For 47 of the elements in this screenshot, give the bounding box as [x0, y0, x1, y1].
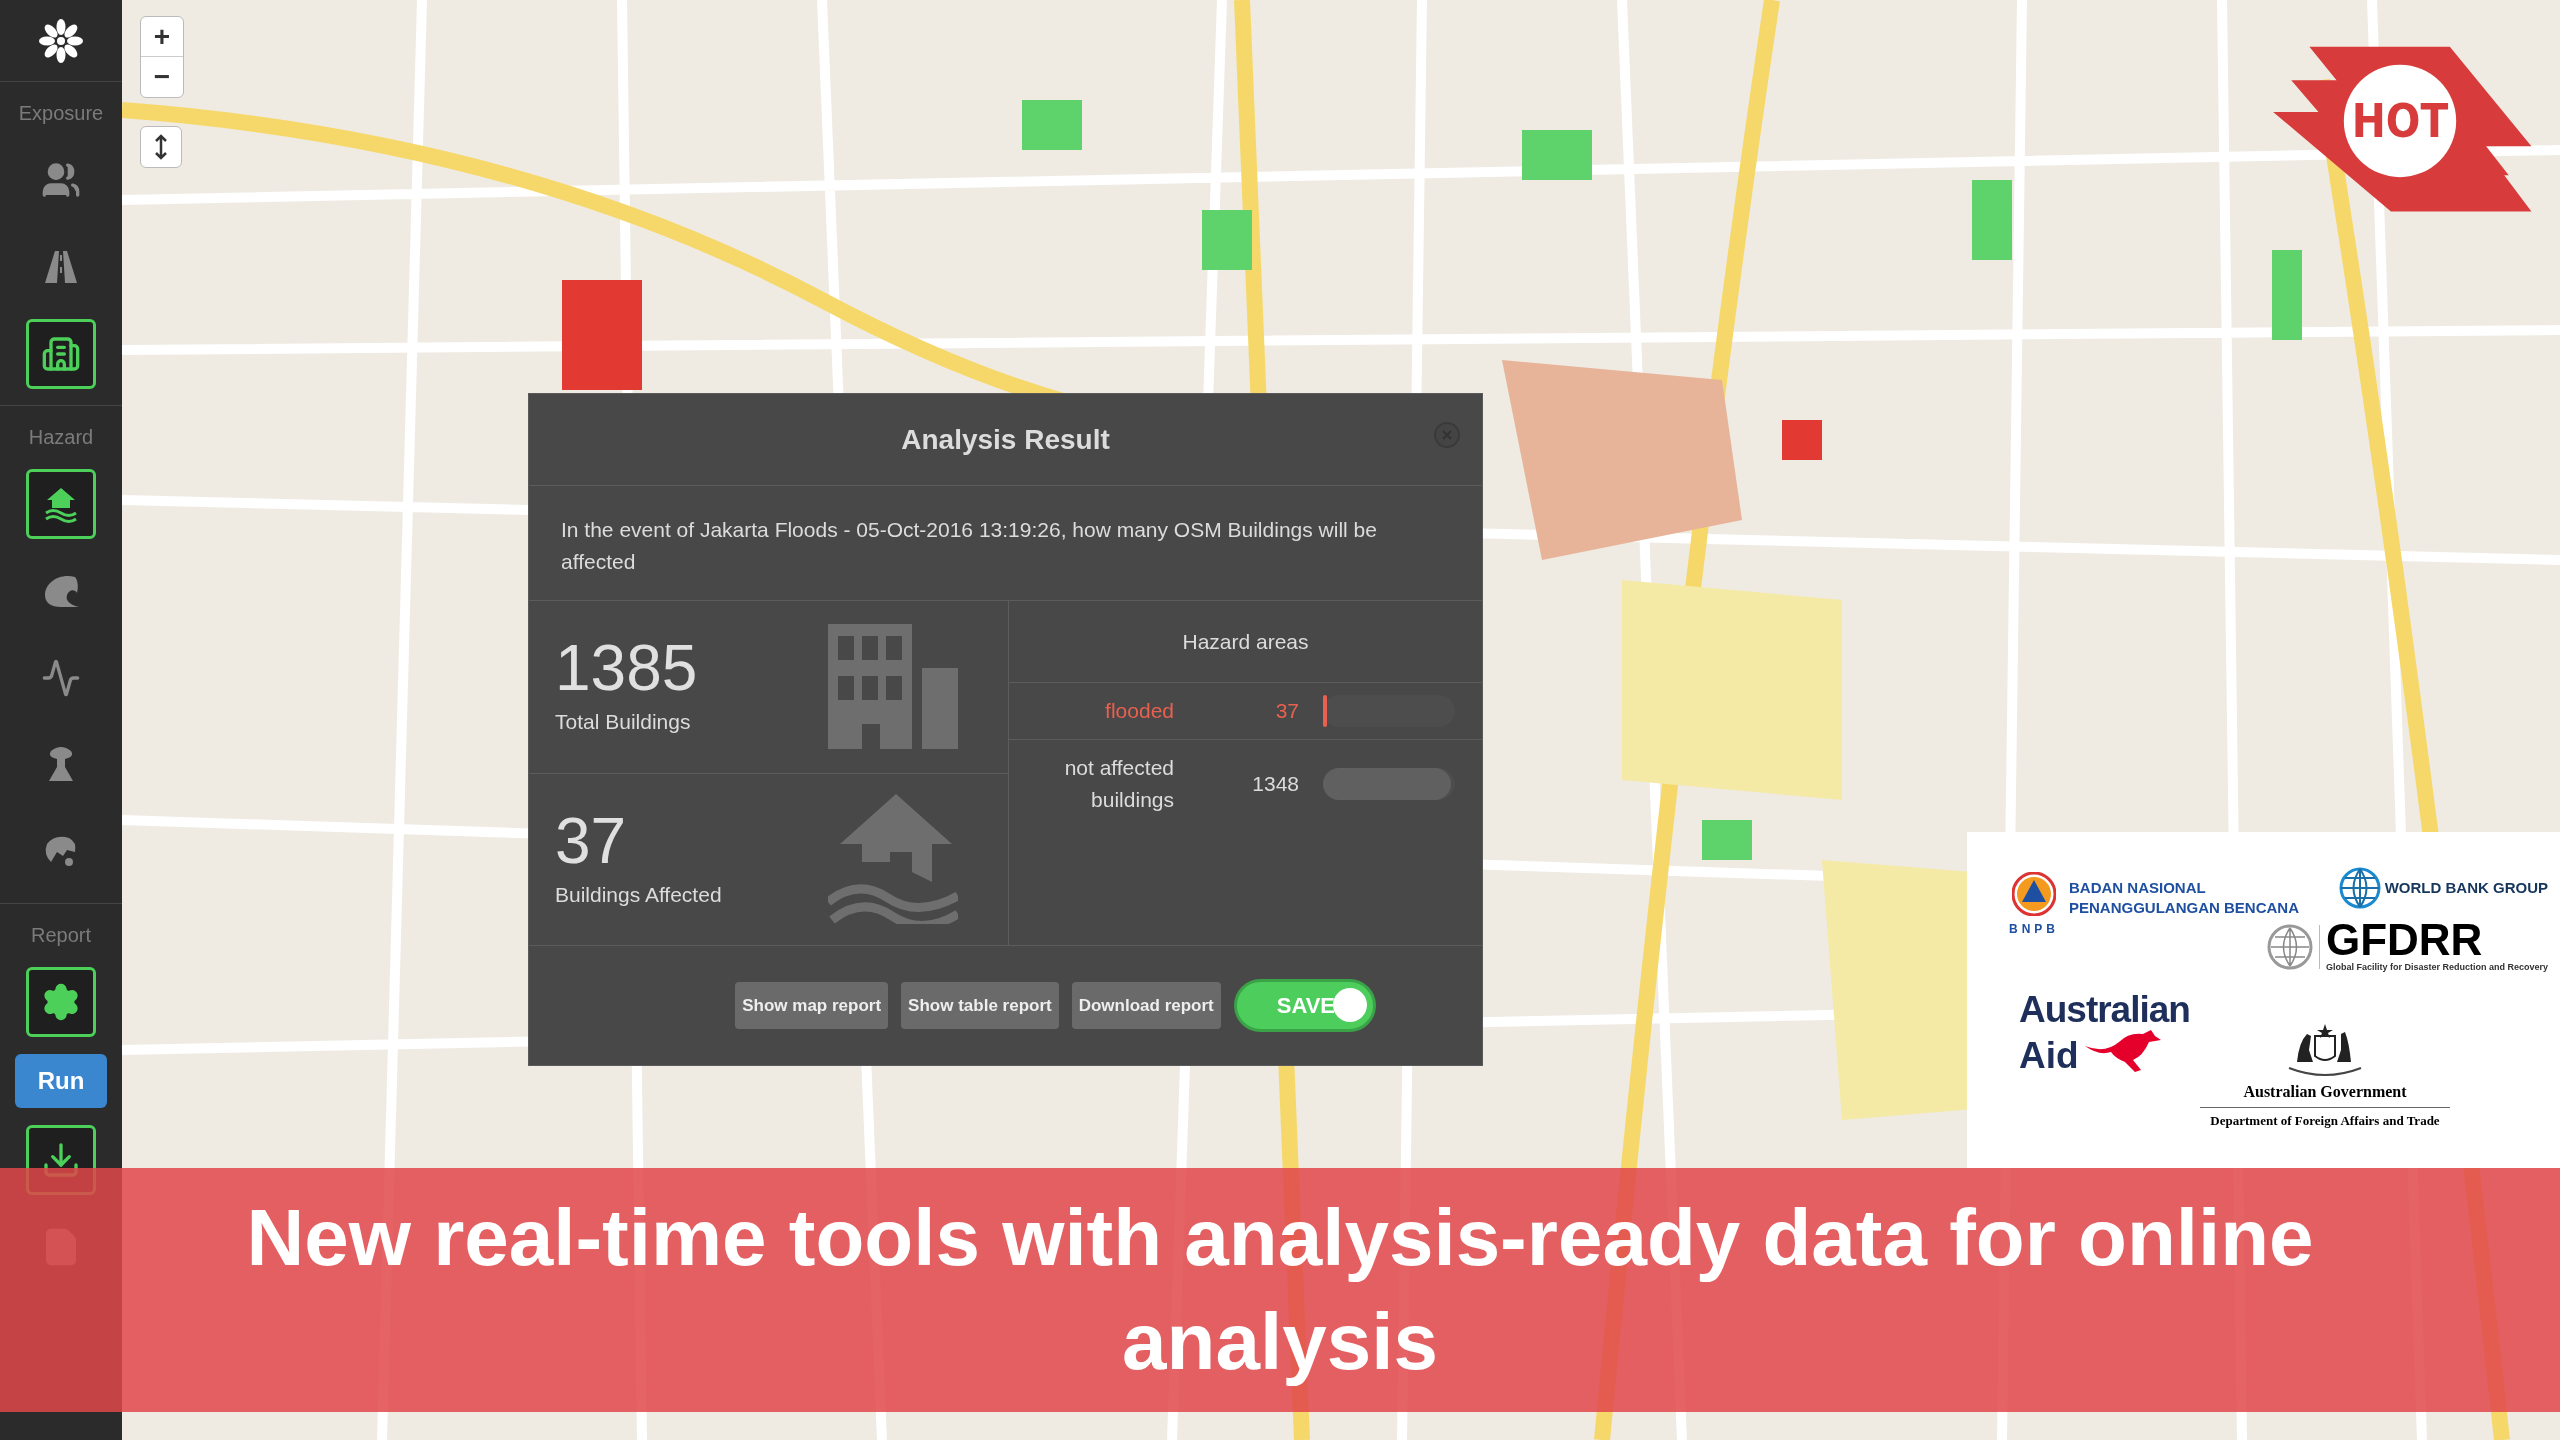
stat-value: 37	[555, 808, 628, 873]
seismic-wave-icon	[41, 658, 81, 698]
hazard-label: not affected buildings	[1063, 755, 1174, 813]
agency-name: BADAN NASIONAL	[2069, 878, 2207, 898]
report-button[interactable]: Show map report	[735, 982, 889, 1029]
app-logo-icon	[38, 17, 84, 64]
section-label: Hazard	[28, 425, 94, 450]
people-icon	[41, 160, 81, 200]
building-icon	[828, 624, 958, 750]
hazard-count: 37	[1274, 698, 1299, 725]
vertical-arrows-icon	[154, 134, 168, 160]
globe-icon	[2338, 867, 2381, 909]
bnpb-acronym: BNPB	[2009, 921, 2059, 938]
flooded-house-icon	[828, 794, 958, 925]
dialog-title: Analysis Result	[901, 422, 1110, 457]
aid-wordmark: Aid	[2019, 1038, 2079, 1074]
sidebar-tool[interactable]	[26, 967, 96, 1037]
report-button[interactable]: Download report	[1071, 982, 1221, 1029]
kangaroo-icon	[2084, 1028, 2163, 1074]
aid-wordmark: Australian	[2019, 992, 2190, 1028]
zoom-in-button[interactable]: +	[141, 17, 183, 57]
zoom-out-button[interactable]: −	[141, 57, 183, 97]
globe-icon	[2266, 923, 2313, 970]
stat-label: Total Buildings	[555, 709, 692, 735]
stat-label: Buildings Affected	[555, 881, 722, 908]
section-label: Exposure	[18, 101, 104, 126]
section-label: Report	[31, 923, 91, 948]
government-name: Australian Government	[2200, 1080, 2450, 1108]
bnpb-emblem-icon	[2012, 872, 2056, 916]
agency-name: PENANGGULANGAN BENCANA	[2069, 898, 2300, 918]
run-button[interactable]: Run	[15, 1054, 107, 1108]
sidebar-tool[interactable]	[26, 319, 96, 389]
building-icon	[41, 334, 81, 374]
organization-name: WORLD BANK GROUP	[2384, 877, 2548, 898]
question-text: In the event of Jakarta Floods - 05-Oct-2016 13:19:26, how many OSM Buildings will be affected	[561, 517, 1378, 575]
department-name: Department of Foreign Affairs and Trade	[2210, 1112, 2440, 1130]
gfdrr-subtitle: Global Facility for Disaster Reduction and Recovery	[2325, 961, 2548, 974]
measure-button[interactable]	[140, 126, 182, 168]
report-button[interactable]: Show table report	[901, 982, 1059, 1029]
table-heading: Hazard areas	[1182, 628, 1309, 655]
logo-text: HOT	[2351, 95, 2449, 149]
hazard-count: 1348	[1251, 771, 1299, 798]
hazard-label: flooded	[1104, 698, 1174, 724]
gfdrr-name: GFDRR	[2325, 919, 2483, 961]
headline-text: New real-time tools with analysis-ready data for online analysis	[245, 1192, 2315, 1388]
stat-value: 1385	[555, 636, 698, 700]
sidebar-tool[interactable]	[26, 469, 96, 539]
